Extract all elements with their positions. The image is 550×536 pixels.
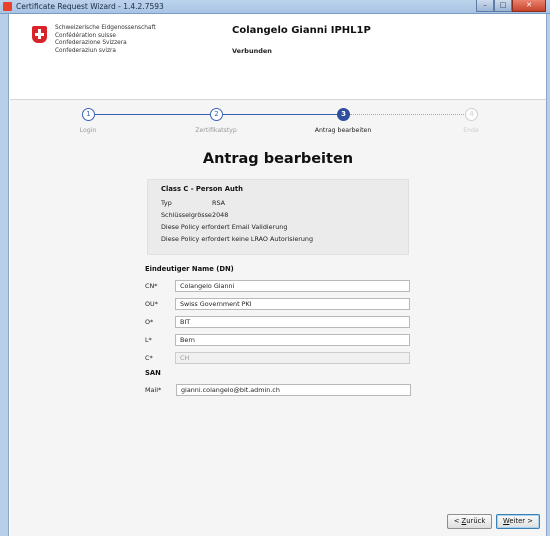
cn-field[interactable]: Colangelo Gianni [175, 280, 410, 292]
ou-field[interactable]: Swiss Government PKI [175, 298, 410, 310]
c-label: C* [145, 354, 153, 362]
step-2-icon: 2 [210, 108, 223, 121]
l-label: L* [145, 336, 152, 344]
header: Schweizerische Eidgenossenschaft Confédé… [10, 14, 546, 100]
policy-email-validation: Diese Policy erfordert Email Validierung [161, 223, 288, 231]
c-field: CH [175, 352, 410, 364]
close-button[interactable]: ✕ [512, 0, 546, 12]
step-connector [350, 114, 466, 115]
policy-lrao-authorization: Diese Policy erfordert keine LRAO Autori… [161, 235, 314, 243]
next-button[interactable]: Weiter > [496, 514, 540, 529]
window-titlebar[interactable]: Certificate Request Wizard - 1.4.2.7593 … [0, 0, 550, 14]
key-size-value: 2048 [212, 211, 229, 219]
user-name: Colangelo Gianni IPHL1P [232, 25, 371, 36]
back-button[interactable]: < Zurück [447, 514, 492, 529]
minimize-button[interactable]: – [476, 0, 494, 12]
wizard-steps: 1 2 3 4 Login Zertifikatstyp Antrag bear… [10, 100, 546, 144]
type-value: RSA [212, 199, 225, 207]
mail-field[interactable]: gianni.colangelo@bit.admin.ch [176, 384, 411, 396]
window-frame-left [0, 14, 9, 536]
step-label-login: Login [79, 127, 97, 134]
step-label-certificate-type: Zertifikatstyp [195, 127, 237, 134]
mail-label: Mail* [145, 386, 162, 394]
certificate-class: Class C - Person Auth [161, 185, 243, 193]
cn-label: CN* [145, 282, 158, 290]
step-label-end: Ende [463, 127, 479, 134]
l-field[interactable]: Bern [175, 334, 410, 346]
o-field[interactable]: BIT [175, 316, 410, 328]
step-connector [94, 114, 210, 115]
app-icon [3, 2, 12, 11]
step-4-icon: 4 [465, 108, 478, 121]
window-frame-right [546, 14, 550, 536]
swiss-flag-icon [32, 26, 47, 43]
main-content: Antrag bearbeiten Class C - Person Auth … [10, 144, 546, 536]
step-connector [223, 114, 338, 115]
ou-label: OU* [145, 300, 158, 308]
san-heading: SAN [145, 369, 161, 377]
o-label: O* [145, 318, 154, 326]
connection-status: Verbunden [232, 47, 272, 55]
confederation-text: Schweizerische Eidgenossenschaft Confédé… [55, 25, 156, 54]
step-1-icon: 1 [82, 108, 95, 121]
step-3-icon: 3 [337, 108, 350, 121]
maximize-button[interactable]: □ [494, 0, 512, 12]
certificate-info-box: Class C - Person Auth Typ RSA Schlüsselg… [147, 179, 409, 255]
key-size-label: Schlüsselgrösse [161, 211, 212, 219]
window-controls: – □ ✕ [476, 0, 546, 12]
window-title: Certificate Request Wizard - 1.4.2.7593 [16, 2, 164, 11]
page-title: Antrag bearbeiten [202, 151, 354, 167]
step-label-edit-request: Antrag bearbeiten [314, 127, 372, 134]
dn-heading: Eindeutiger Name (DN) [145, 265, 234, 273]
type-label: Typ [161, 199, 172, 207]
